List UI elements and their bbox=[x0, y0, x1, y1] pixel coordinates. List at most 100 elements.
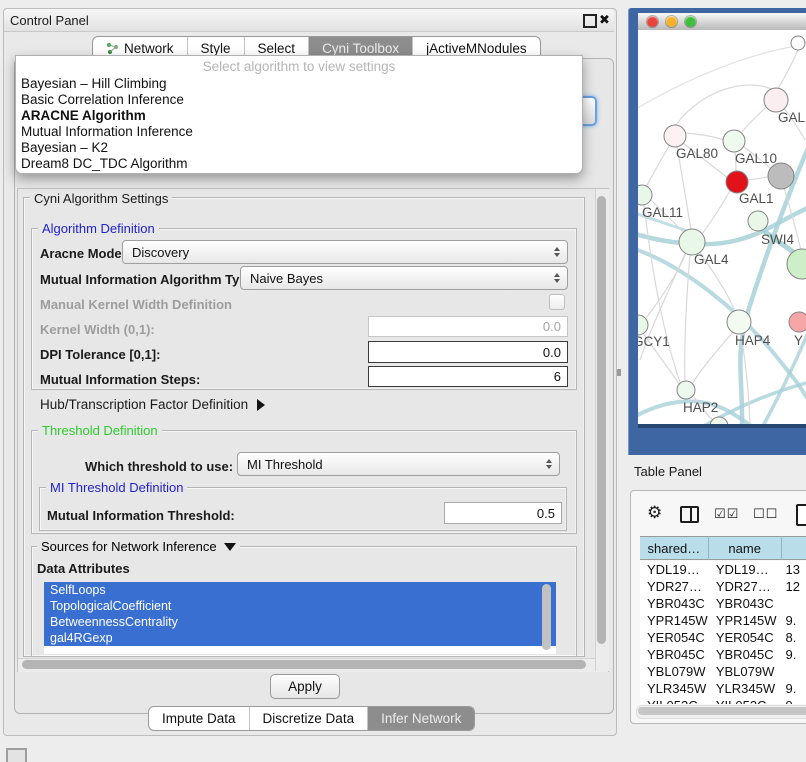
cell-shared-name: YBR043C bbox=[640, 596, 709, 611]
uncheck-all-icon[interactable]: ☐☐ bbox=[753, 506, 778, 522]
aracne-mode-label: Aracne Mode: bbox=[40, 246, 126, 261]
table-row[interactable]: YER054C YER054C 8. bbox=[640, 629, 806, 646]
minimize-traffic-light[interactable] bbox=[666, 16, 677, 27]
data-attribute-item[interactable]: TopologicalCoefficient bbox=[44, 598, 556, 614]
tab-impute-data[interactable]: Impute Data bbox=[149, 707, 249, 730]
horizontal-scrollbar-thumb[interactable] bbox=[22, 660, 586, 669]
control-panel-titlebar bbox=[4, 9, 614, 32]
network-edge bbox=[742, 104, 770, 132]
dropdown-item[interactable]: ARACNE Algorithm bbox=[16, 108, 582, 124]
table-header: shared… name bbox=[640, 536, 806, 560]
data-attribute-item[interactable]: gal4RGexp bbox=[44, 630, 556, 646]
network-node-label: HAP4 bbox=[735, 333, 771, 348]
table-row[interactable]: YBR045C YBR045C 9. bbox=[640, 646, 806, 663]
network-node[interactable] bbox=[727, 310, 751, 334]
network-node[interactable] bbox=[789, 312, 806, 332]
dropdown-list: Bayesian – Hill ClimbingBasic Correlatio… bbox=[16, 76, 582, 172]
algorithm-definition-title: Algorithm Definition bbox=[38, 221, 159, 236]
table-row[interactable]: YBL079W YBL079W bbox=[640, 663, 806, 680]
cell-name: YDR27… bbox=[709, 579, 782, 594]
network-node-label: Y bbox=[794, 333, 803, 348]
combo-arrows-icon bbox=[546, 459, 552, 469]
bottom-tabbar: Impute Data Discretize Data Infer Networ… bbox=[148, 706, 475, 731]
mi-threshold-field[interactable]: 0.5 bbox=[444, 502, 562, 524]
dpi-tolerance-field[interactable]: 0.0 bbox=[368, 341, 568, 363]
data-attributes-label: Data Attributes bbox=[37, 561, 130, 576]
network-edge bbox=[777, 50, 798, 90]
cyni-settings-title: Cyni Algorithm Settings bbox=[30, 191, 172, 206]
table-row[interactable]: YBR043C YBR043C bbox=[640, 595, 806, 612]
dropdown-item[interactable]: Dream8 DC_TDC Algorithm bbox=[16, 156, 582, 172]
tab-discretize-label: Discretize Data bbox=[263, 711, 355, 726]
zoom-traffic-light[interactable] bbox=[685, 16, 696, 27]
network-node-label: GAL80 bbox=[676, 146, 718, 161]
tab-impute-label: Impute Data bbox=[162, 711, 236, 726]
tab-discretize-data[interactable]: Discretize Data bbox=[249, 707, 368, 730]
column-header-clipped[interactable] bbox=[782, 536, 806, 560]
network-node[interactable] bbox=[677, 381, 695, 399]
column-header-shared-name[interactable]: shared… bbox=[640, 536, 709, 560]
cell-name: YBR043C bbox=[709, 596, 782, 611]
hub-definition-row[interactable]: Hub/Transcription Factor Definition bbox=[40, 397, 265, 412]
new-table-icon[interactable] bbox=[796, 504, 806, 526]
close-traffic-light[interactable] bbox=[647, 16, 658, 27]
network-node-label: GAL11 bbox=[642, 205, 683, 220]
tab-infer-network[interactable]: Infer Network bbox=[367, 707, 474, 730]
aracne-mode-combo[interactable]: Discovery bbox=[122, 240, 568, 264]
tab-infer-label: Infer Network bbox=[381, 711, 461, 726]
network-node[interactable] bbox=[787, 249, 806, 279]
expand-arrow-icon[interactable] bbox=[257, 399, 265, 411]
table-row[interactable]: YIL052C YIL052C 9 bbox=[640, 697, 806, 704]
minimized-panel-icon[interactable] bbox=[6, 748, 27, 762]
table-row[interactable]: YPR145W YPR145W 9. bbox=[640, 612, 806, 629]
network-node[interactable] bbox=[723, 130, 745, 152]
network-canvas[interactable]: GALGAL80GAL10GAL1GAL11SWI4GAL4GCY1HAP4YH… bbox=[638, 30, 806, 424]
which-threshold-value: MI Threshold bbox=[247, 457, 323, 472]
splitter-grip[interactable] bbox=[617, 369, 621, 376]
vertical-scrollbar-thumb[interactable] bbox=[597, 196, 606, 644]
data-attribute-item[interactable]: SelfLoops bbox=[44, 582, 556, 598]
cell-shared-name: YPR145W bbox=[640, 613, 709, 628]
collapse-arrow-icon[interactable] bbox=[224, 543, 236, 551]
check-all-icon[interactable]: ☑☑ bbox=[714, 506, 739, 522]
network-window-titlebar[interactable] bbox=[638, 13, 806, 31]
network-node[interactable] bbox=[664, 125, 686, 147]
network-node[interactable] bbox=[710, 417, 728, 424]
dropdown-item[interactable]: Basic Correlation Inference bbox=[16, 92, 582, 108]
gear-icon[interactable]: ⚙ bbox=[647, 503, 662, 523]
close-icon[interactable]: ✖ bbox=[599, 12, 610, 28]
dropdown-item[interactable]: Bayesian – Hill Climbing bbox=[16, 76, 582, 92]
mi-type-label: Mutual Information Algorithm Type: bbox=[40, 272, 259, 287]
tab-network-label: Network bbox=[124, 41, 174, 56]
dropdown-item[interactable]: Mutual Information Inference bbox=[16, 124, 582, 140]
sources-group-title-row[interactable]: Sources for Network Inference bbox=[37, 539, 240, 554]
cell-value: 13 bbox=[782, 562, 806, 577]
mi-steps-field[interactable]: 6 bbox=[368, 366, 568, 387]
dropdown-item[interactable]: Bayesian – K2 bbox=[16, 140, 582, 156]
column-header-name[interactable]: name bbox=[709, 536, 782, 560]
network-node[interactable] bbox=[768, 163, 794, 189]
network-node-label: GCY1 bbox=[638, 334, 670, 349]
which-threshold-combo[interactable]: MI Threshold bbox=[237, 452, 560, 476]
control-panel-title: Control Panel bbox=[10, 13, 89, 28]
table-row[interactable]: YLR345W YLR345W 9. bbox=[640, 680, 806, 697]
apply-button[interactable]: Apply bbox=[270, 674, 340, 699]
cell-shared-name: YBL079W bbox=[640, 664, 709, 679]
float-icon[interactable] bbox=[583, 14, 597, 28]
network-node[interactable] bbox=[748, 211, 768, 231]
table-scrollbar-thumb[interactable] bbox=[638, 707, 806, 715]
table-row[interactable]: YDL19… YDL19… 13 bbox=[640, 561, 806, 578]
network-node[interactable] bbox=[726, 171, 748, 193]
network-node[interactable] bbox=[638, 185, 652, 205]
manual-kernel-checkbox[interactable] bbox=[549, 294, 565, 310]
kernel-width-field[interactable]: 0.0 bbox=[368, 316, 568, 337]
network-edge bbox=[638, 248, 806, 402]
network-node[interactable] bbox=[764, 88, 788, 112]
list-scrollbar-thumb[interactable] bbox=[542, 584, 551, 650]
table-row[interactable]: YDR27… YDR27… 12 bbox=[640, 578, 806, 595]
data-attribute-item[interactable]: BetweennessCentrality bbox=[44, 614, 556, 630]
mi-type-combo[interactable]: Naive Bayes bbox=[240, 266, 568, 290]
network-node[interactable] bbox=[791, 36, 805, 50]
combo-arrows-icon bbox=[554, 273, 560, 283]
split-pane-icon[interactable] bbox=[680, 506, 699, 523]
